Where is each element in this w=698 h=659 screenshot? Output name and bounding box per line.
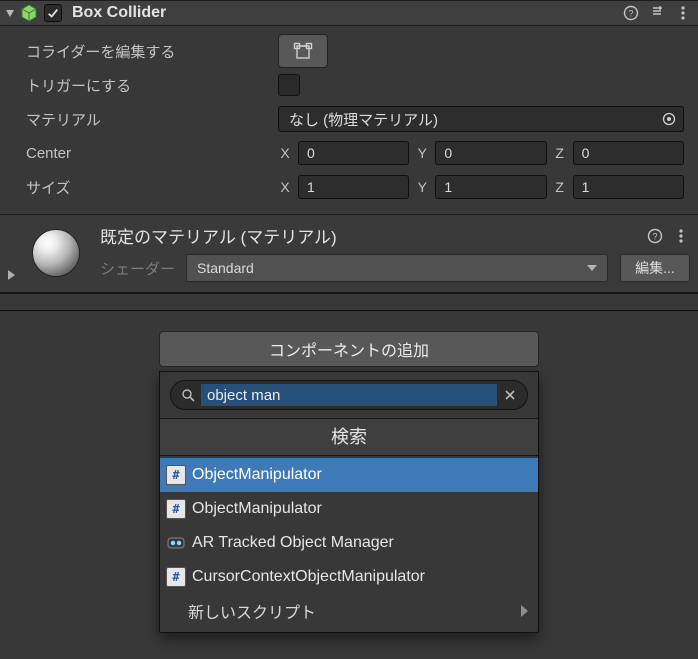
csharp-script-icon: #: [166, 499, 186, 519]
component-title: Box Collider: [72, 4, 614, 22]
csharp-script-icon: #: [166, 465, 186, 485]
size-label: サイズ: [26, 177, 278, 198]
edit-shader-button[interactable]: 編集...: [620, 254, 690, 282]
new-script-label: 新しいスクリプト: [188, 599, 316, 623]
box-collider-header: Box Collider ?: [0, 0, 698, 26]
size-z-field[interactable]: 1: [573, 175, 684, 199]
csharp-script-icon: #: [166, 567, 186, 587]
result-label: ObjectManipulator: [192, 466, 322, 484]
shader-value: Standard: [197, 260, 254, 276]
phys-material-value: なし (物理マテリアル): [289, 109, 438, 130]
object-picker-icon[interactable]: [659, 109, 679, 129]
add-component-popup: 検索 # ObjectManipulator # ObjectManipulator A…: [159, 371, 539, 633]
result-label: AR Tracked Object Manager: [192, 534, 394, 552]
axis-z-label: Z: [553, 145, 567, 161]
component-cube-icon: [20, 4, 38, 22]
search-icon: [181, 388, 195, 402]
search-result[interactable]: # CursorContextObjectManipulator: [160, 560, 538, 594]
search-result[interactable]: # ObjectManipulator: [160, 458, 538, 492]
kebab-icon[interactable]: [674, 4, 692, 22]
shader-dropdown[interactable]: Standard: [186, 254, 608, 282]
material-foldout-icon[interactable]: [8, 270, 15, 280]
size-y-field[interactable]: 1: [435, 175, 546, 199]
shader-label: シェーダー: [100, 258, 186, 279]
search-result[interactable]: # ObjectManipulator: [160, 492, 538, 526]
search-result[interactable]: AR Tracked Object Manager: [160, 526, 538, 560]
material-title: 既定のマテリアル (マテリアル): [88, 223, 638, 248]
edit-collider-label: コライダーを編集する: [26, 41, 278, 62]
kebab-icon[interactable]: [672, 227, 690, 245]
popup-header: 検索: [160, 418, 538, 456]
foldout-icon[interactable]: [6, 10, 14, 17]
svg-text:?: ?: [628, 9, 633, 19]
axis-x-label: X: [278, 145, 292, 161]
new-script-row[interactable]: 新しいスクリプト: [160, 594, 538, 628]
search-input[interactable]: [201, 384, 497, 406]
center-y-field[interactable]: 0: [435, 141, 546, 165]
separator: [0, 293, 698, 294]
axis-z-label: Z: [553, 179, 567, 195]
preset-icon[interactable]: [648, 4, 666, 22]
center-label: Center: [26, 145, 278, 162]
is-trigger-checkbox[interactable]: [278, 74, 300, 96]
axis-y-label: Y: [415, 145, 429, 161]
svg-text:?: ?: [652, 231, 657, 241]
chevron-right-icon: [521, 605, 528, 617]
help-icon[interactable]: ?: [622, 4, 640, 22]
axis-y-label: Y: [415, 179, 429, 195]
phys-material-label: マテリアル: [26, 109, 278, 130]
phys-material-field[interactable]: なし (物理マテリアル): [278, 106, 684, 132]
chevron-down-icon: [587, 265, 597, 271]
add-component-button[interactable]: コンポーネントの追加: [159, 331, 539, 367]
box-collider-body: コライダーを編集する トリガーにする マテリアル なし (物理マテリアル) Ce…: [0, 26, 698, 214]
is-trigger-label: トリガーにする: [26, 75, 278, 96]
material-preview-sphere: [32, 229, 80, 277]
axis-x-label: X: [278, 179, 292, 195]
center-x-field[interactable]: 0: [298, 141, 409, 165]
center-z-field[interactable]: 0: [573, 141, 684, 165]
separator: [0, 310, 698, 311]
edit-collider-button[interactable]: [278, 34, 328, 68]
size-x-field[interactable]: 1: [298, 175, 409, 199]
search-bar: [170, 380, 528, 410]
ar-icon: [166, 533, 186, 553]
result-label: CursorContextObjectManipulator: [192, 568, 425, 586]
material-section: 既定のマテリアル (マテリアル) ? シェーダー Standard 編集...: [0, 214, 698, 293]
result-label: ObjectManipulator: [192, 500, 322, 518]
clear-icon[interactable]: [503, 388, 517, 402]
enable-checkbox[interactable]: [44, 4, 62, 22]
search-results: # ObjectManipulator # ObjectManipulator AR T…: [160, 456, 538, 632]
help-icon[interactable]: ?: [646, 227, 664, 245]
